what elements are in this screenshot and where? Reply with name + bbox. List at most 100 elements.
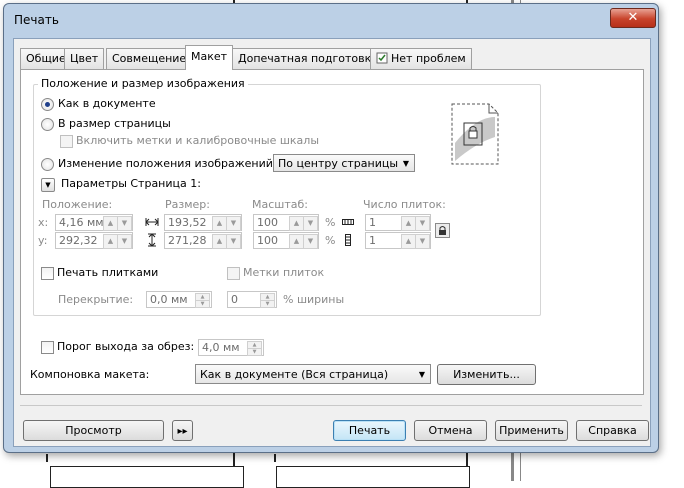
horizontal-tiles-icon — [342, 219, 354, 225]
width-percent-label: % ширины — [283, 293, 345, 306]
height-icon — [148, 233, 156, 247]
tab-label: Общие — [26, 52, 66, 65]
tab-color[interactable]: Цвет — [64, 48, 105, 69]
lock-ratio-button[interactable] — [435, 223, 450, 238]
size-height-field[interactable]: 271,28 ▲ ▼ — [164, 232, 242, 249]
spin-up-icon[interactable]: ▲ — [289, 216, 304, 231]
close-button[interactable]: ✕ — [610, 8, 656, 28]
page-preview-icon — [451, 103, 499, 165]
spin-up-icon[interactable]: ▲ — [103, 216, 118, 231]
print-button[interactable]: Печать — [333, 420, 406, 441]
spin-up-icon[interactable]: ▲ — [401, 234, 416, 249]
width-icon — [145, 218, 159, 226]
reposition-select-value: По центру страницы — [278, 157, 399, 170]
checkbox-marks[interactable] — [60, 135, 73, 148]
size-height-value: 271,28 — [168, 234, 207, 247]
spin-down-icon[interactable]: ▼ — [260, 300, 275, 308]
scale-x-value: 100 — [257, 216, 278, 229]
tab-label: Допечатная подготовка — [238, 52, 379, 65]
tiles-x-field[interactable]: 1 ▲ ▼ — [365, 214, 431, 231]
footer-separator — [20, 405, 642, 406]
scale-y-field[interactable]: 100 ▲ ▼ — [253, 232, 319, 249]
position-x-value: 4,16 мм — [59, 216, 104, 229]
spin-down-icon[interactable]: ▼ — [226, 216, 241, 231]
position-x-field[interactable]: 4,16 мм ▲ ▼ — [55, 214, 133, 231]
spin-up-icon[interactable]: ▲ — [289, 234, 304, 249]
overlap-value: 0,0 мм — [150, 293, 188, 306]
scale-y-value: 100 — [257, 234, 278, 247]
overlap-field[interactable]: 0,0 мм ▲ ▼ — [146, 291, 212, 308]
tab-separations[interactable]: Совмещение — [106, 48, 193, 69]
edit-button[interactable]: Изменить... — [437, 364, 536, 385]
radio-reposition[interactable] — [41, 158, 54, 171]
radio-fit-page-label: В размер страницы — [58, 117, 171, 130]
imposition-label: Компоновка макета: — [30, 368, 150, 381]
reposition-select[interactable]: По центру страницы ▼ — [273, 154, 415, 172]
checkbox-bleed[interactable] — [41, 341, 54, 354]
spin-up-icon[interactable]: ▲ — [212, 234, 227, 249]
apply-button[interactable]: Применить — [495, 420, 568, 441]
spin-down-icon[interactable]: ▼ — [226, 234, 241, 249]
help-button[interactable]: Справка — [576, 420, 649, 441]
tab-prepress[interactable]: Допечатная подготовка — [232, 48, 385, 69]
spin-down-icon[interactable]: ▼ — [303, 234, 318, 249]
params-expand-button[interactable]: ▼ — [41, 178, 55, 192]
radio-fit-page[interactable] — [41, 118, 54, 131]
overlap-percent-field[interactable]: 0 ▲ ▼ — [227, 291, 277, 308]
chevron-down-icon: ▼ — [45, 181, 51, 189]
scale-x-field[interactable]: 100 ▲ ▼ — [253, 214, 319, 231]
col-size-label: Размер: — [165, 198, 210, 211]
spin-down-icon[interactable]: ▼ — [117, 216, 132, 231]
preview-button-label: Просмотр — [65, 424, 122, 437]
bleed-field[interactable]: 4,0 мм ▲ ▼ — [198, 339, 264, 356]
radio-as-document[interactable] — [41, 98, 54, 111]
tab-label: Нет проблем — [391, 52, 466, 65]
spin-up-icon[interactable]: ▲ — [103, 234, 118, 249]
col-scale-label: Масштаб: — [252, 198, 308, 211]
help-button-label: Справка — [588, 424, 637, 437]
preview-button[interactable]: Просмотр — [23, 420, 164, 441]
spin-up-icon[interactable]: ▲ — [401, 216, 416, 231]
params-label: Параметры Страница 1: — [61, 177, 201, 190]
dialog-client-area: Общие Цвет Совмещение Макет Допечатная п… — [13, 38, 651, 447]
tab-layout[interactable]: Макет — [185, 45, 234, 70]
scale-x-percent: % — [325, 216, 336, 229]
overlap-label: Перекрытие: — [58, 293, 134, 306]
tiles-y-value: 1 — [369, 234, 376, 247]
position-y-field[interactable]: 292,32 ▲ ▼ — [55, 232, 133, 249]
cancel-button[interactable]: Отмена — [414, 420, 487, 441]
close-icon: ✕ — [627, 10, 639, 25]
col-position-label: Положение: — [42, 198, 113, 211]
expand-preview-button[interactable]: ▸▸ — [172, 420, 193, 441]
size-width-value: 193,52 — [168, 216, 207, 229]
group-title: Положение и размер изображения — [38, 77, 248, 90]
title-bar: Печать ✕ — [4, 4, 658, 34]
imposition-select[interactable]: Как в документе (Вся страница) ▼ — [195, 364, 431, 384]
radio-reposition-label: Изменение положения изображений на: — [58, 157, 295, 170]
spin-up-icon[interactable]: ▲ — [212, 216, 227, 231]
spin-down-icon[interactable]: ▼ — [415, 216, 430, 231]
checkbox-marks-label: Включить метки и калибровочные шкалы — [76, 134, 320, 147]
tiles-y-field[interactable]: 1 ▲ ▼ — [365, 232, 431, 249]
spin-down-icon[interactable]: ▼ — [195, 300, 210, 308]
spin-down-icon[interactable]: ▼ — [247, 348, 262, 356]
layout-tab-panel: Положение и размер изображения Как в док… — [20, 69, 644, 395]
spin-down-icon[interactable]: ▼ — [415, 234, 430, 249]
checkbox-print-tiles[interactable] — [41, 267, 54, 280]
imposition-select-value: Как в документе (Вся страница) — [200, 368, 389, 381]
tab-label: Совмещение — [112, 52, 187, 65]
spin-down-icon[interactable]: ▼ — [117, 234, 132, 249]
radio-as-document-label: Как в документе — [58, 97, 156, 110]
edit-button-label: Изменить... — [453, 368, 520, 381]
tab-no-issues[interactable]: Нет проблем — [370, 48, 472, 69]
double-chevron-right-icon: ▸▸ — [177, 426, 188, 437]
size-width-field[interactable]: 193,52 ▲ ▼ — [164, 214, 242, 231]
overlap-percent-value: 0 — [231, 293, 238, 306]
apply-button-label: Применить — [499, 424, 564, 437]
cancel-button-label: Отмена — [428, 424, 473, 437]
vertical-tiles-icon — [345, 234, 351, 246]
spin-down-icon[interactable]: ▼ — [303, 216, 318, 231]
tab-label: Цвет — [70, 52, 99, 65]
checkbox-tile-marks[interactable] — [227, 267, 240, 280]
tab-label: Макет — [191, 50, 228, 63]
